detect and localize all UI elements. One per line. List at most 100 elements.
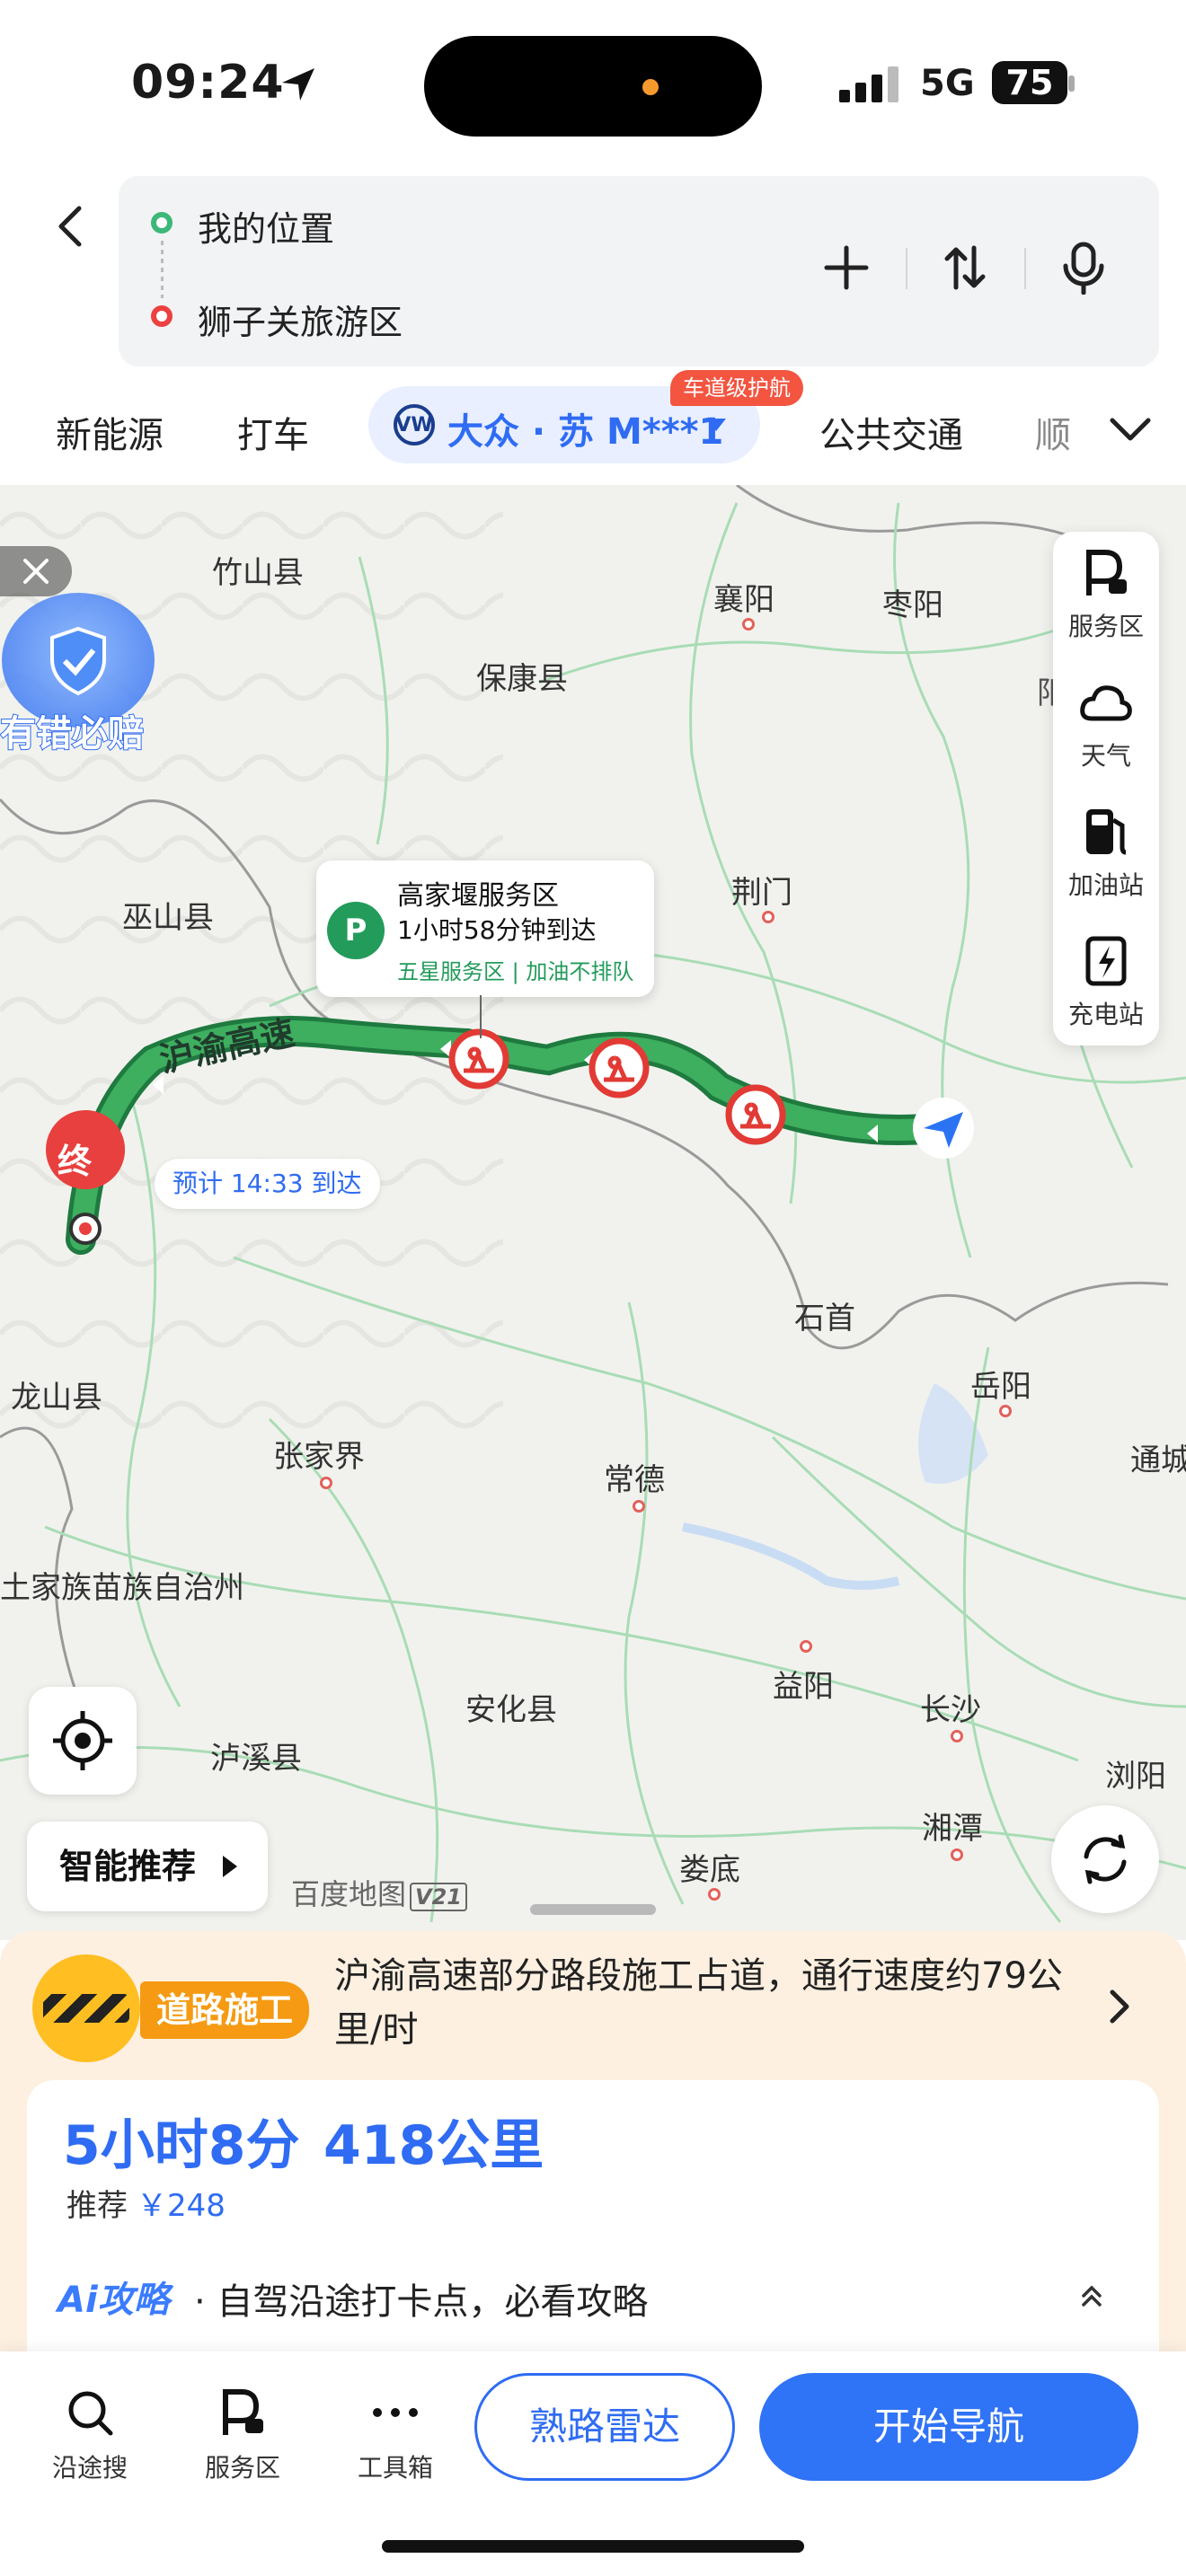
add-waypoint-button[interactable] bbox=[810, 232, 882, 304]
city-dot bbox=[951, 1730, 963, 1742]
map-base bbox=[0, 485, 1186, 1940]
caret-right-icon bbox=[223, 1856, 237, 1877]
destination-field[interactable]: 狮子关旅游区 bbox=[198, 295, 403, 344]
promise-label: 有错必赔 bbox=[0, 712, 145, 755]
error-guarantee-badge[interactable]: 有错必赔 bbox=[0, 593, 162, 760]
route-duration: 5小时8分 bbox=[63, 2114, 300, 2177]
poi-stem bbox=[480, 995, 482, 1038]
recording-dot bbox=[642, 79, 659, 95]
map-view[interactable]: 竹山县 襄阳 枣阳 保康县 巫山县 荆门 石首 岳阳 龙山县 张家界 常德 通城… bbox=[0, 485, 1186, 1940]
ai-guide-text[interactable]: · 自驾沿途打卡点，必看攻略 bbox=[194, 2272, 648, 2325]
more-dots-icon bbox=[373, 2408, 418, 2417]
city-label: 岳阳 bbox=[970, 1369, 1031, 1405]
status-time: 09:24 bbox=[131, 56, 285, 110]
chevron-right-icon[interactable] bbox=[1103, 1987, 1136, 2026]
city-label: 土家族苗族自治州 bbox=[0, 1570, 244, 1606]
origin-field[interactable]: 我的位置 bbox=[198, 201, 334, 251]
city-dot bbox=[999, 1405, 1012, 1417]
tab-partial[interactable]: 顺 bbox=[1035, 406, 1071, 458]
smart-recommend-label: 智能推荐 bbox=[59, 1847, 197, 1886]
swap-route-button[interactable] bbox=[929, 232, 1001, 304]
along-route-search-button[interactable]: 沿途搜 bbox=[36, 2384, 144, 2484]
network-type: 5G bbox=[920, 63, 975, 104]
poi-tags: 五星服务区 | 加油不排队 bbox=[397, 959, 634, 984]
side-service-area[interactable]: 服务区 bbox=[1053, 532, 1159, 657]
refresh-icon bbox=[1084, 1834, 1127, 1884]
gas-station-icon bbox=[1086, 809, 1127, 855]
battery-cap bbox=[1068, 75, 1075, 92]
city-dot bbox=[742, 618, 755, 631]
back-arrow-icon[interactable] bbox=[45, 199, 99, 253]
side-weather[interactable]: 天气 bbox=[1053, 661, 1159, 787]
battery-indicator: 75 bbox=[992, 61, 1067, 104]
current-location-arrow-icon bbox=[913, 1098, 974, 1159]
double-chevron-up-icon[interactable] bbox=[1076, 2280, 1107, 2310]
toolbox-button[interactable]: 工具箱 bbox=[341, 2384, 449, 2484]
construction-icon bbox=[448, 1028, 509, 1090]
city-label: 巫山县 bbox=[122, 900, 214, 936]
microphone-icon bbox=[1063, 242, 1104, 295]
city-dot bbox=[800, 1640, 812, 1653]
car-label: 大众 · 苏 M***1 bbox=[447, 411, 724, 453]
recommend-label: 推荐 bbox=[66, 2188, 128, 2224]
familiar-road-radar-button[interactable]: 熟路雷达 bbox=[474, 2373, 735, 2481]
tab-public-transit[interactable]: 公共交通 bbox=[819, 406, 963, 458]
swap-icon bbox=[944, 245, 986, 290]
plus-icon bbox=[824, 245, 869, 290]
service-area-icon bbox=[1086, 550, 1127, 595]
dynamic-island bbox=[424, 36, 762, 137]
city-label: 张家界 bbox=[273, 1439, 365, 1475]
arrival-eta-chip: 预计 14:33 到达 bbox=[155, 1159, 380, 1209]
separator bbox=[1024, 248, 1026, 289]
alert-label: 道路施工 bbox=[140, 1981, 310, 2039]
travel-mode-tabs: 新能源 打车 VW 大众 · 苏 M***1 车道级护航 公共交通 顺 bbox=[0, 370, 1186, 485]
signal-icon bbox=[839, 66, 898, 102]
service-area-button[interactable]: 服务区 bbox=[189, 2384, 296, 2484]
city-dot bbox=[762, 911, 774, 923]
separator bbox=[906, 248, 907, 289]
city-label: 长沙 bbox=[920, 1692, 981, 1728]
alert-text[interactable]: 沪渝高速部分路段施工占道，通行速度约79公里/时 bbox=[334, 1949, 1080, 2057]
city-label: 竹山县 bbox=[212, 555, 304, 591]
tab-new-energy[interactable]: 新能源 bbox=[56, 406, 164, 458]
tab-taxi[interactable]: 打车 bbox=[237, 406, 309, 458]
status-bar: 09:24 5G 75 bbox=[0, 0, 1186, 162]
city-label: 益阳 bbox=[773, 1669, 834, 1705]
caret-down-icon bbox=[706, 419, 726, 431]
service-area-icon bbox=[223, 2389, 263, 2435]
vw-logo-icon: VW bbox=[394, 404, 435, 446]
locate-button[interactable] bbox=[29, 1687, 137, 1795]
end-marker-label: 终 bbox=[58, 1142, 93, 1181]
destination-dot bbox=[151, 305, 173, 327]
weather-icon bbox=[1080, 685, 1132, 721]
city-label: 通城 bbox=[1130, 1442, 1186, 1478]
sheet-handle[interactable] bbox=[530, 1904, 656, 1915]
home-indicator[interactable] bbox=[382, 2540, 804, 2553]
city-label: 娄底 bbox=[679, 1852, 740, 1888]
city-label: 荆门 bbox=[731, 875, 792, 911]
charging-station-icon bbox=[1085, 936, 1127, 986]
voice-button[interactable] bbox=[1048, 232, 1120, 304]
locate-icon bbox=[53, 1711, 112, 1770]
city-label: 湘潭 bbox=[922, 1811, 983, 1847]
chevron-down-icon[interactable] bbox=[1107, 411, 1154, 447]
side-charging-station[interactable]: 充电站 bbox=[1053, 920, 1159, 1045]
city-label: 龙山县 bbox=[11, 1380, 102, 1416]
map-watermark: 百度地图 V21 bbox=[291, 1872, 467, 1913]
city-dot bbox=[708, 1888, 721, 1901]
city-label: 常德 bbox=[604, 1462, 665, 1498]
origin-dot bbox=[151, 212, 173, 234]
side-gas-station[interactable]: 加油站 bbox=[1053, 790, 1159, 916]
service-area-card[interactable]: P 高家堰服务区 1小时58分钟到达 五星服务区 | 加油不排队 bbox=[316, 860, 654, 997]
smart-recommend-button[interactable]: 智能推荐 bbox=[27, 1822, 268, 1911]
construction-icon bbox=[589, 1037, 650, 1098]
refresh-route-button[interactable] bbox=[1051, 1805, 1159, 1913]
road-construction-icon bbox=[32, 1954, 140, 2062]
poi-eta: 1小时58分钟到达 bbox=[397, 915, 597, 945]
close-promo-button[interactable] bbox=[0, 546, 72, 596]
city-label: 襄阳 bbox=[713, 582, 774, 618]
lane-guard-badge: 车道级护航 bbox=[670, 370, 803, 406]
ai-guide-tag: Ai攻略 bbox=[58, 2280, 170, 2321]
start-navigation-button[interactable]: 开始导航 bbox=[759, 2373, 1138, 2481]
city-label: 浏阳 bbox=[1105, 1759, 1166, 1795]
